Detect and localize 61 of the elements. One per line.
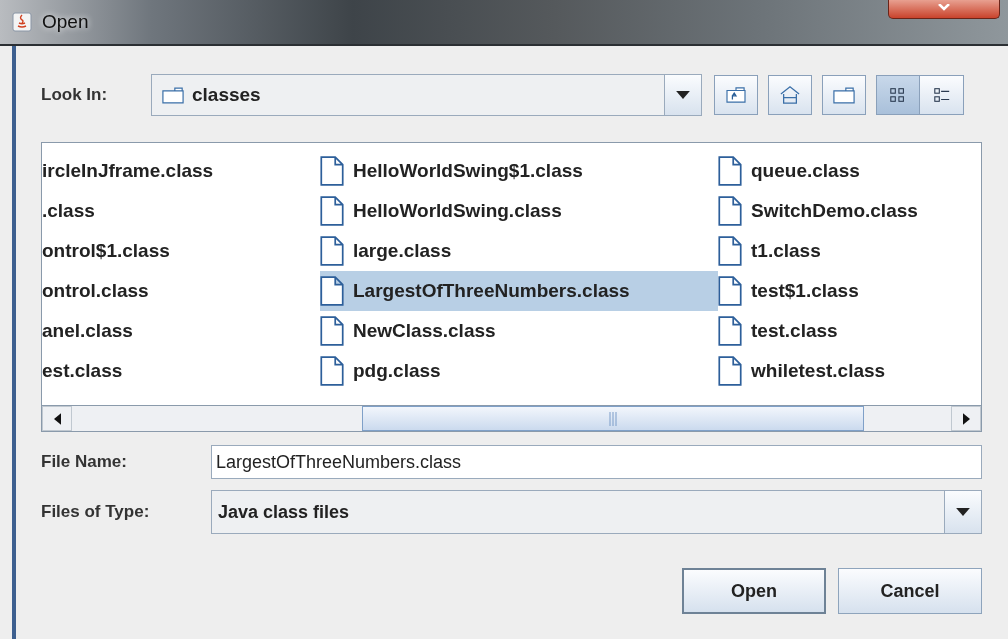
scroll-right-button[interactable] [951, 406, 981, 431]
file-icon [320, 356, 344, 386]
file-item[interactable]: whiletest.class [718, 351, 973, 391]
scroll-left-button[interactable] [42, 406, 72, 431]
scroll-left-icon [53, 412, 61, 425]
home-button[interactable] [768, 75, 812, 115]
file-icon [718, 356, 742, 386]
look-in-dropdown[interactable]: classes [151, 74, 702, 116]
grid-icon [889, 86, 907, 104]
file-item[interactable]: test$1.class [718, 271, 973, 311]
close-button[interactable] [888, 0, 1000, 19]
file-item[interactable]: ontrol$1.class [42, 231, 320, 271]
folder-icon [833, 86, 855, 104]
new-folder-button[interactable] [822, 75, 866, 115]
file-icon [320, 276, 344, 306]
file-icon [320, 156, 344, 186]
file-name-field[interactable]: LargestOfThreeNumbers.class [211, 445, 982, 479]
horizontal-scrollbar[interactable] [42, 405, 981, 431]
file-item[interactable]: HelloWorldSwing.class [320, 191, 718, 231]
file-item[interactable]: t1.class [718, 231, 973, 271]
look-in-label: Look In: [41, 85, 109, 105]
file-icon [718, 236, 742, 266]
open-button[interactable]: Open [682, 568, 826, 614]
window-title: Open [42, 11, 89, 33]
cancel-button[interactable]: Cancel [838, 568, 982, 614]
dropdown-arrow-icon [676, 91, 690, 99]
grip-icon [608, 411, 618, 426]
java-icon [12, 12, 32, 32]
file-icon [718, 196, 742, 226]
file-icon [718, 316, 742, 346]
file-item[interactable]: SwitchDemo.class [718, 191, 973, 231]
file-item[interactable]: ontrol.class [42, 271, 320, 311]
folder-up-icon [725, 86, 747, 104]
file-item[interactable]: pdg.class [320, 351, 718, 391]
file-item[interactable]: test.class [718, 311, 973, 351]
dropdown-arrow-icon [956, 508, 970, 516]
scrollbar-thumb[interactable] [362, 406, 864, 431]
file-name-label: File Name: [41, 452, 128, 472]
details-button[interactable] [920, 75, 964, 115]
folder-icon [162, 86, 184, 104]
file-type-dropdown[interactable]: Java class files [211, 490, 982, 534]
files-of-type-label: Files of Type: [41, 502, 151, 522]
file-item[interactable]: .class [42, 191, 320, 231]
home-icon [779, 85, 801, 105]
list-icon [932, 86, 951, 104]
file-item[interactable]: ircleInJframe.class [42, 151, 320, 191]
file-item[interactable]: large.class [320, 231, 718, 271]
list-button[interactable] [876, 75, 920, 115]
file-item[interactable]: LargestOfThreeNumbers.class [320, 271, 718, 311]
up-button[interactable] [714, 75, 758, 115]
file-item[interactable]: anel.class [42, 311, 320, 351]
file-icon [320, 236, 344, 266]
file-icon [320, 316, 344, 346]
file-icon [718, 276, 742, 306]
file-item[interactable]: queue.class [718, 151, 973, 191]
scroll-right-icon [962, 412, 970, 425]
file-item[interactable]: HelloWorldSwing$1.class [320, 151, 718, 191]
file-icon [320, 196, 344, 226]
file-item[interactable]: est.class [42, 351, 320, 391]
file-icon [718, 156, 742, 186]
file-item[interactable]: NewClass.class [320, 311, 718, 351]
